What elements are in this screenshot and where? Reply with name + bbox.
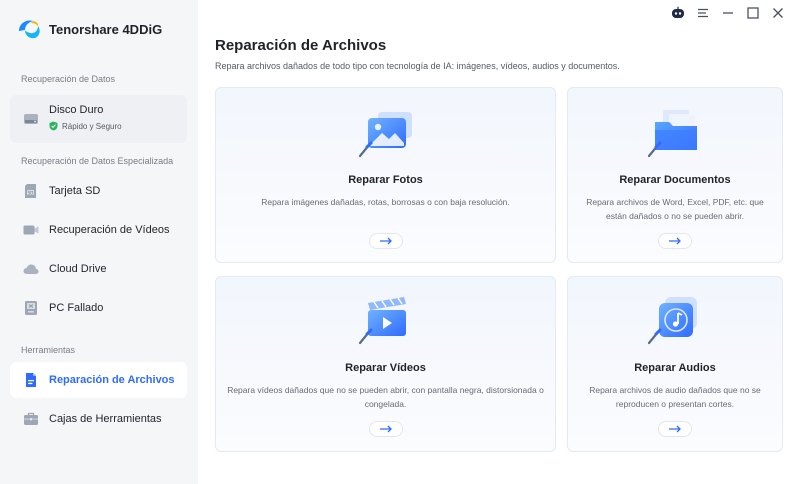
card-reparar-fotos[interactable]: Reparar Fotos Repara imágenes dañadas, r… (215, 87, 556, 263)
video-repair-icon (358, 297, 406, 345)
toolbox-icon (24, 412, 38, 425)
minimize-icon[interactable] (720, 5, 736, 21)
card-description: Repara vídeos dañados que no se pueden a… (227, 385, 544, 409)
arrow-right-icon (669, 237, 681, 245)
sidebar-item-tarjeta-sd[interactable]: SD Tarjeta SD (10, 177, 187, 205)
app-name: Tenorshare 4DDiG (49, 21, 163, 37)
audio-repair-icon (647, 297, 697, 345)
sidebar-item-disco-duro[interactable]: Disco Duro Rápido y Seguro (10, 95, 187, 143)
arrow-right-icon (379, 237, 392, 245)
sidebar-item-reparacion-archivos[interactable]: Reparación de Archivos (10, 362, 187, 398)
brand: Tenorshare 4DDiG (16, 16, 162, 42)
sidebar-item-label: Recuperación de Vídeos (49, 224, 170, 236)
card-title: Reparar Vídeos (345, 362, 426, 374)
section-label-tools: Herramientas (21, 345, 76, 355)
window-controls (661, 5, 786, 21)
close-icon[interactable] (770, 5, 786, 21)
sidebar-item-label: Cajas de Herramientas (49, 413, 162, 425)
sd-card-icon: SD (25, 184, 36, 198)
menu-icon[interactable] (695, 5, 711, 21)
card-title: Reparar Fotos (348, 174, 423, 186)
arrow-right-button[interactable] (368, 233, 403, 249)
sidebar-item-cloud-drive[interactable]: Cloud Drive (10, 255, 187, 283)
photo-repair-icon (358, 112, 412, 158)
arrow-right-icon (669, 425, 681, 433)
card-reparar-videos[interactable]: Reparar Vídeos Repara vídeos dañados que… (215, 276, 556, 452)
sidebar-item-label: Reparación de Archivos (49, 374, 175, 386)
document-repair-icon (647, 110, 697, 158)
arrow-right-button[interactable] (658, 421, 692, 437)
sidebar-item-cajas-herramientas[interactable]: Cajas de Herramientas (10, 405, 187, 433)
sidebar-item-recuperacion-videos[interactable]: Recuperación de Vídeos (10, 216, 187, 244)
card-title: Reparar Documentos (619, 174, 731, 186)
cloud-icon (23, 264, 39, 274)
assistant-robot-icon[interactable] (670, 5, 686, 21)
maximize-icon[interactable] (745, 5, 761, 21)
card-reparar-documentos[interactable]: Reparar Documentos Repara archivos de Wo… (567, 87, 783, 263)
sidebar-item-label: Cloud Drive (49, 263, 107, 275)
card-description: Repara imágenes dañadas, rotas, borrosas… (261, 197, 510, 207)
sidebar-item-pc-fallado[interactable]: PC Fallado (10, 294, 187, 322)
sidebar-item-label: Disco Duro (49, 104, 104, 116)
hard-drive-icon (24, 114, 38, 124)
crashed-pc-icon (25, 301, 37, 315)
tenorshare-logo-icon (19, 20, 40, 39)
sidebar-item-label: Tarjeta SD (49, 185, 101, 197)
card-title: Reparar Audios (634, 362, 716, 374)
card-reparar-audios[interactable]: Reparar Audios Repara archivos de audio … (567, 276, 783, 452)
sidebar-item-label: PC Fallado (49, 302, 104, 314)
arrow-right-button[interactable] (368, 421, 403, 437)
arrow-right-button[interactable] (658, 233, 692, 249)
disk-status-text: Rápido y Seguro (62, 121, 122, 131)
video-camera-icon (23, 225, 39, 235)
section-label-data-recovery: Recuperación de Datos (21, 74, 116, 84)
page-subtitle: Repara archivos dañados de todo tipo con… (215, 61, 620, 71)
card-description: Repara archivos de audio dañados que no … (589, 385, 761, 409)
file-repair-icon (26, 373, 36, 387)
arrow-right-icon (379, 425, 392, 433)
sidebar: Tenorshare 4DDiG Recuperación de Datos D… (0, 0, 198, 484)
card-description: Repara archivos de Word, Excel, PDF, etc… (586, 197, 764, 221)
section-label-specialized-recovery: Recuperación de Datos Especializada (21, 156, 174, 166)
page-title: Reparación de Archivos (215, 37, 387, 54)
svg-text:SD: SD (28, 190, 34, 195)
shield-check-icon (49, 121, 58, 131)
